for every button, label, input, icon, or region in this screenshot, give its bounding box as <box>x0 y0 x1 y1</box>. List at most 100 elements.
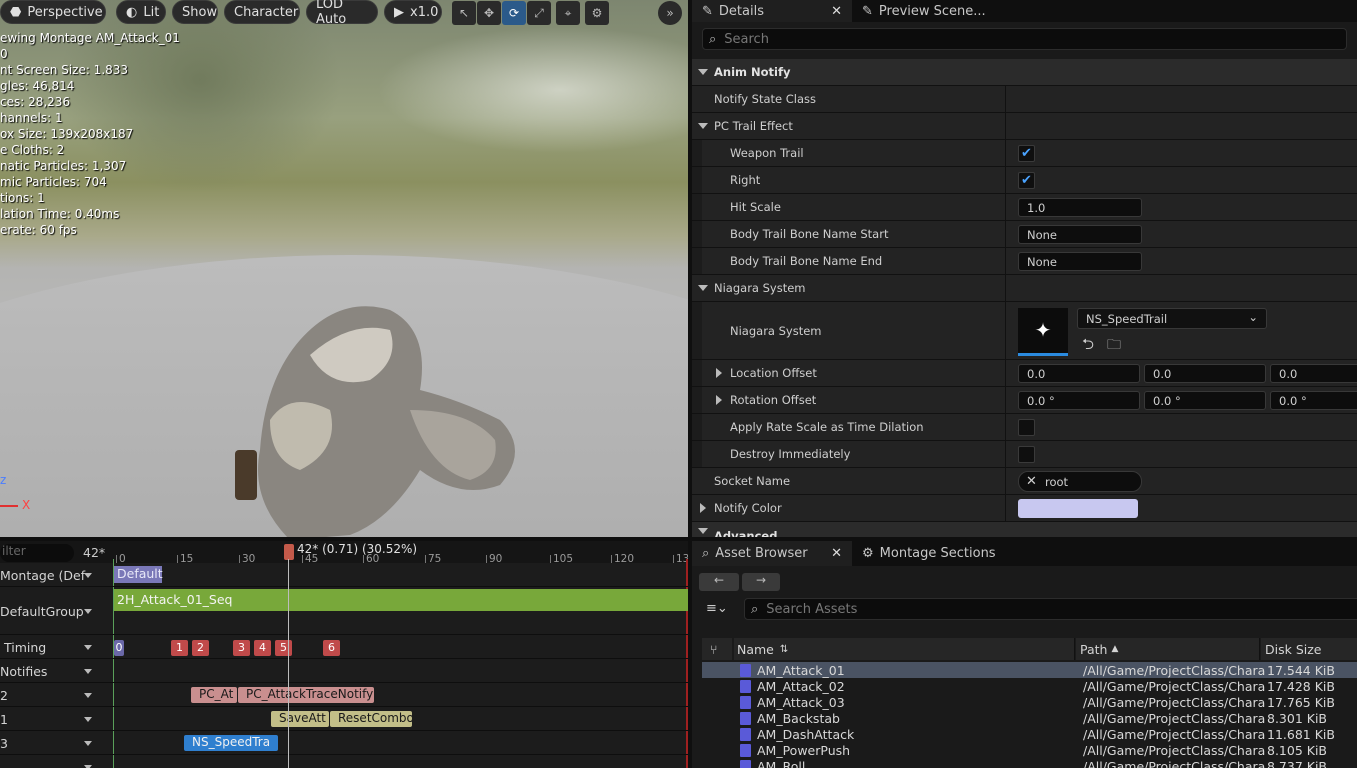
rotate-tool-icon[interactable]: ⟳ <box>502 1 526 25</box>
chevron-down-icon[interactable] <box>84 764 92 768</box>
close-icon[interactable]: ✕ <box>831 4 842 19</box>
section-default[interactable]: Default <box>114 566 163 583</box>
forward-arrow-icon[interactable]: → <box>742 573 780 591</box>
chevron-down-icon[interactable] <box>84 692 92 698</box>
clear-icon[interactable]: ✕ <box>1026 474 1037 489</box>
select-tool-icon[interactable]: ↖ <box>452 1 476 25</box>
perspective-button[interactable]: ⬣ Perspective <box>0 0 106 24</box>
tab-montage-sections[interactable]: ⚙ Montage Sections <box>852 541 1006 566</box>
character-button[interactable]: Character <box>224 0 300 24</box>
column-path[interactable]: Path ▲ <box>1076 638 1260 660</box>
niagara-asset-dropdown[interactable]: NS_SpeedTrail ⌄ <box>1077 308 1267 329</box>
stat-line: ces: 28,236 <box>0 95 71 109</box>
timing-marker[interactable]: 2 <box>192 640 209 656</box>
column-disk-size[interactable]: Disk Size <box>1261 638 1357 660</box>
row-niagara-system-category[interactable]: Niagara System <box>692 275 1357 302</box>
chevron-down-icon[interactable] <box>84 740 92 746</box>
rotation-y-input[interactable]: 0.0 ° <box>1144 391 1266 410</box>
viewport[interactable]: ⬣ Perspective ◐ Lit Show Character LOD A… <box>0 0 688 537</box>
use-selected-icon[interactable]: ⮌ <box>1082 334 1094 359</box>
asset-name: AM_PowerPush <box>757 742 851 758</box>
sequence-segment[interactable]: 2H_Attack_01_Seq <box>114 589 688 611</box>
playhead-handle[interactable] <box>284 544 294 560</box>
tab-preview-scene[interactable]: ✎ Preview Scene... <box>852 0 996 22</box>
chevron-down-icon[interactable] <box>84 716 92 722</box>
timing-marker[interactable]: 5 <box>275 640 292 656</box>
lod-button[interactable]: LOD Auto <box>306 0 378 27</box>
destroy-immediately-checkbox[interactable] <box>1018 446 1035 463</box>
location-z-input[interactable]: 0.0 <box>1270 364 1357 383</box>
back-arrow-icon[interactable]: ← <box>699 573 739 591</box>
notify-pc-attack-trace[interactable]: PC_AttackTraceNotify <box>238 687 374 703</box>
apply-rate-scale-checkbox[interactable] <box>1018 419 1035 436</box>
body-trail-end-input[interactable]: None <box>1018 252 1142 271</box>
search-icon: ⌕ <box>709 31 717 47</box>
tab-details[interactable]: ✎ Details ✕ <box>692 0 852 22</box>
details-search-input[interactable]: ⌕ Search <box>702 28 1347 50</box>
right-checkbox[interactable]: ✔ <box>1018 172 1035 189</box>
expand-icon[interactable] <box>716 368 722 378</box>
notify-ns-speedtrail[interactable]: NS_SpeedTra <box>184 735 278 751</box>
expand-toolbar-icon[interactable]: » <box>658 1 682 25</box>
notify-reset-combo[interactable]: ResetCombo <box>330 711 412 727</box>
row-destroy-immediately: Destroy Immediately <box>692 441 1357 468</box>
montage-timeline[interactable]: ilter 42* 015304560759010512013 42* (0.7… <box>0 541 688 768</box>
timing-marker[interactable]: 3 <box>233 640 250 656</box>
view-options-icon[interactable]: ⑂ <box>702 638 732 660</box>
montage-asset-icon <box>740 727 751 741</box>
rotation-x-input[interactable]: 0.0 ° <box>1018 391 1140 410</box>
viewport-stats: ewing Montage AM_Attack_01 0 nt Screen Siz… <box>0 30 180 238</box>
expand-icon[interactable] <box>700 503 706 513</box>
chevron-down-icon[interactable] <box>84 668 92 674</box>
location-x-input[interactable]: 0.0 <box>1018 364 1140 383</box>
weapon-trail-checkbox[interactable]: ✔ <box>1018 145 1035 162</box>
column-name[interactable]: Name ⇅ <box>734 638 1075 660</box>
asset-path: /All/Game/ProjectClass/Chara <box>1083 678 1266 694</box>
asset-row[interactable]: AM_Roll/All/Game/ProjectClass/Chara 8.737… <box>702 758 1357 768</box>
chevron-down-icon[interactable] <box>84 608 92 614</box>
expand-icon[interactable] <box>716 395 722 405</box>
filter-icon[interactable]: ≡⌄ <box>706 601 728 616</box>
lit-button[interactable]: ◐ Lit <box>116 0 166 24</box>
chevron-down-icon[interactable] <box>84 572 92 578</box>
perspective-icon: ⬣ <box>10 4 22 20</box>
asset-row[interactable]: AM_Attack_01/All/Game/ProjectClass/Chara… <box>702 662 1357 678</box>
notify-save-attack[interactable]: SaveAtt <box>271 711 329 727</box>
asset-row[interactable]: AM_DashAttack/All/Game/ProjectClass/Char… <box>702 726 1357 742</box>
montage-asset-icon <box>740 695 751 709</box>
niagara-thumbnail-icon[interactable]: ✦ <box>1018 308 1068 356</box>
rotation-z-input[interactable]: 0.0 ° <box>1270 391 1357 410</box>
translate-tool-icon[interactable]: ✥ <box>477 1 501 25</box>
asset-row[interactable]: AM_Attack_02/All/Game/ProjectClass/Chara… <box>702 678 1357 694</box>
stat-line: ewing Montage AM_Attack_01 <box>0 31 180 45</box>
asset-row[interactable]: AM_Backstab/All/Game/ProjectClass/Chara 8… <box>702 710 1357 726</box>
snap-tool-icon[interactable]: ⚙ <box>585 1 609 25</box>
timing-marker[interactable]: 6 <box>323 640 340 656</box>
tab-asset-browser[interactable]: ⌕ Asset Browser ✕ <box>692 541 852 566</box>
category-anim-notify[interactable]: Anim Notify <box>692 59 1357 86</box>
chevron-down-icon[interactable] <box>84 644 92 650</box>
browse-folder-icon[interactable]: 🗀 <box>1107 334 1121 358</box>
timing-marker[interactable]: 4 <box>254 640 271 656</box>
show-button[interactable]: Show <box>172 0 218 24</box>
track-filter-input[interactable]: ilter <box>0 544 74 562</box>
row-body-trail-end: Body Trail Bone Name End None <box>692 248 1357 275</box>
row-pc-trail-effect[interactable]: PC Trail Effect <box>692 113 1357 140</box>
scale-tool-icon[interactable]: ⤢ <box>527 1 551 25</box>
asset-row[interactable]: AM_Attack_03/All/Game/ProjectClass/Chara… <box>702 694 1357 710</box>
socket-name-input[interactable]: ✕ root <box>1018 471 1142 492</box>
notify-color-swatch[interactable] <box>1018 499 1138 518</box>
stat-line: e Cloths: 2 <box>0 143 65 157</box>
notify-pc-at[interactable]: PC_At <box>191 687 237 703</box>
playback-speed-button[interactable]: ▶ x1.0 <box>384 0 442 24</box>
location-y-input[interactable]: 0.0 <box>1144 364 1266 383</box>
timing-marker[interactable]: 0 <box>114 640 124 656</box>
asset-row[interactable]: AM_PowerPush/All/Game/ProjectClass/Chara… <box>702 742 1357 758</box>
category-advanced[interactable]: Advanced <box>692 522 1357 537</box>
close-icon[interactable]: ✕ <box>831 546 842 561</box>
timing-marker[interactable]: 1 <box>171 640 188 656</box>
body-trail-start-input[interactable]: None <box>1018 225 1142 244</box>
hit-scale-input[interactable]: 1.0 <box>1018 198 1142 217</box>
search-assets-input[interactable]: ⌕ Search Assets <box>744 598 1357 620</box>
camera-tool-icon[interactable]: ⌖ <box>556 1 580 25</box>
